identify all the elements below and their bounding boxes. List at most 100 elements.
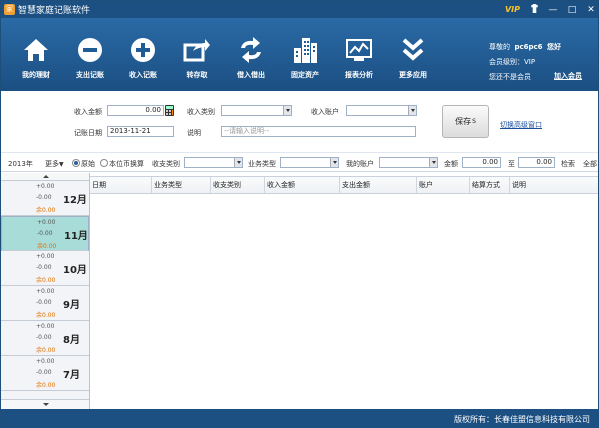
month-balance: 余0.00 [36,207,56,214]
column-header[interactable]: 日期 [90,177,152,193]
chevron-down-icon [408,106,416,115]
save-shortcut: S [472,118,476,125]
skin-icon[interactable] [529,3,539,16]
type-filter-label: 收支类别 [152,160,180,168]
chart-icon [343,34,375,66]
calculator-icon[interactable] [165,105,174,116]
scroll-down-icon[interactable] [1,399,89,409]
toolbar-income-button[interactable]: 收入记账 [118,22,168,86]
title-bar[interactable]: 家 智慧家庭记账软件 VIP — □ ✕ [1,1,598,18]
user-name: pc6pc6 [514,43,543,51]
month-name: 12月 [63,195,87,206]
member-level-label: 会员级别： [489,58,524,66]
month-balance: 余0.00 [36,347,56,354]
close-button[interactable]: ✕ [586,5,596,15]
chevron-down-icon [429,158,437,167]
amount-to-input[interactable]: 0.00 [518,157,555,168]
column-header[interactable]: 收支类别 [211,177,265,193]
month-expense: -0.00 [37,230,53,237]
to-label: 至 [508,160,515,168]
month-expense: -0.00 [36,264,52,271]
search-button[interactable]: 检索 [561,159,575,169]
toolbar-label: 我的理财 [22,71,50,79]
column-header[interactable]: 收入金额 [265,177,340,193]
month-item-8[interactable]: +0.00 -0.00 余0.00 8月 [1,321,89,356]
month-income: +0.00 [36,253,55,260]
month-name: 8月 [63,335,80,346]
advanced-window-link[interactable]: 切换高级窗口 [500,120,542,130]
toolbar-label: 收入记账 [129,71,157,79]
caret-down-icon: ▼ [59,161,64,168]
my-account-label: 我的账户 [346,160,374,168]
scroll-up-icon[interactable] [1,173,89,181]
original-radio[interactable] [72,159,80,167]
toolbar-label: 固定资产 [291,71,319,79]
more-dropdown[interactable]: 更多▼ [45,159,64,169]
records-table: 日期 业务类型 收支类别 收入金额 支出金额 账户 结算方式 说明 [90,173,598,409]
month-balance: 余0.00 [36,277,56,284]
copyright-text: 版权所有：长春佳盟信息科技有限公司 [454,415,590,424]
convert-radio-label: 本位币换算 [109,160,144,168]
building-icon [289,34,321,66]
exchange-icon [235,34,267,66]
column-header[interactable]: 业务类型 [152,177,211,193]
column-header[interactable]: 结算方式 [470,177,510,193]
toolbar-report-button[interactable]: 报表分析 [334,22,384,86]
date-input[interactable]: 2013-11-21 [107,126,174,137]
type-filter-select[interactable] [184,157,243,168]
toolbar-expense-button[interactable]: 支出记账 [65,22,115,86]
column-header[interactable]: 说明 [510,177,598,193]
transfer-icon [181,34,213,66]
category-select[interactable] [221,105,292,116]
month-item-12[interactable]: +0.00 -0.00 余0.00 12月 [1,181,89,216]
chevron-down-icon [283,106,291,115]
month-item-10[interactable]: +0.00 -0.00 余0.00 10月 [1,251,89,286]
month-income: +0.00 [36,183,55,190]
biz-filter-select[interactable] [280,157,339,168]
vip-badge[interactable]: VIP [505,5,520,14]
status-bar: 版权所有：长春佳盟信息科技有限公司 [1,409,598,427]
account-select[interactable] [346,105,417,116]
note-label: 说明 [187,129,201,137]
biz-filter-label: 业务类型 [248,160,276,168]
amount-from-input[interactable]: 0.00 [462,157,501,168]
month-item-7[interactable]: +0.00 -0.00 余0.00 7月 [1,356,89,391]
maximize-button[interactable]: □ [567,5,577,15]
month-income: +0.00 [37,219,56,226]
month-balance: 余0.00 [36,382,56,389]
amount-label: 收入金额 [74,108,102,116]
app-logo-icon: 家 [4,4,15,15]
amount-input[interactable]: 0.00 [107,105,164,116]
month-name: 10月 [63,265,87,276]
toolbar-label: 报表分析 [345,71,373,79]
join-member-link[interactable]: 加入会员 [554,71,582,81]
note-input[interactable]: --请输入说明-- [221,126,416,137]
toolbar-assets-button[interactable]: 固定资产 [280,22,330,86]
month-sidebar: +0.00 -0.00 余0.00 12月 +0.00 -0.00 余0.00 … [1,173,90,409]
month-expense: -0.00 [36,369,52,376]
more-label: 更多 [45,160,59,168]
toolbar-transfer-button[interactable]: 转存取 [172,22,222,86]
date-label: 记账日期 [74,129,102,137]
column-header[interactable]: 账户 [417,177,470,193]
member-level-value: VIP [524,58,536,66]
convert-radio[interactable] [100,159,108,167]
save-button[interactable]: 保存 S [442,105,489,138]
toolbar-my-finance-button[interactable]: 我的理财 [11,22,61,86]
month-income: +0.00 [36,323,55,330]
my-account-select[interactable] [379,157,438,168]
all-button[interactable]: 全部 [583,159,597,169]
minimize-button[interactable]: — [548,5,558,15]
column-header[interactable]: 支出金额 [340,177,417,193]
home-icon [20,34,52,66]
month-expense: -0.00 [36,299,52,306]
filter-bar: 2013年 更多▼ 原始 本位币换算 收支类别 业务类型 我的账户 金额 0.0… [1,154,598,172]
month-item-9[interactable]: +0.00 -0.00 余0.00 9月 [1,286,89,321]
month-income: +0.00 [36,288,55,295]
toolbar-borrow-button[interactable]: 借入借出 [226,22,276,86]
month-name: 7月 [63,370,80,381]
toolbar-more-button[interactable]: 更多应用 [388,22,438,86]
original-radio-label: 原始 [81,160,95,168]
window-title: 智慧家庭记账软件 [18,6,91,16]
month-item-11[interactable]: +0.00 -0.00 余0.00 11月 [1,216,89,251]
